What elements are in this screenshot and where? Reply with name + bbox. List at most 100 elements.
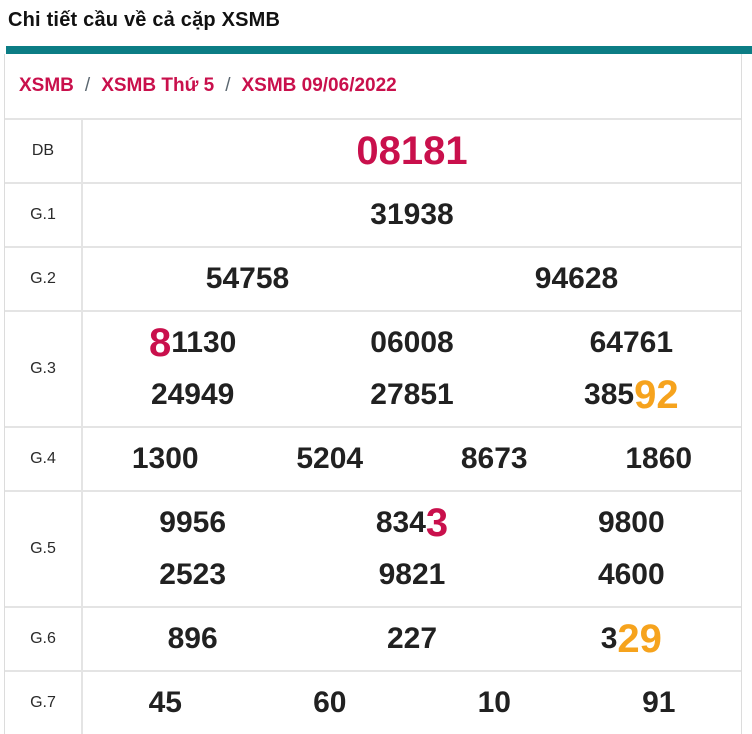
number-segment: 8673 bbox=[461, 444, 528, 474]
number-segment: 27851 bbox=[370, 380, 453, 410]
number-cell: 54758 bbox=[83, 253, 412, 305]
number-cell: 329 bbox=[522, 613, 741, 665]
number-segment: 54758 bbox=[206, 264, 289, 294]
table-row: G.2 54758 94628 bbox=[5, 246, 741, 310]
row-values: 31938 bbox=[83, 184, 741, 246]
number-segment: 227 bbox=[387, 624, 437, 654]
number-cell: 4600 bbox=[522, 549, 741, 601]
row-values: 896 227 329 bbox=[83, 608, 741, 670]
number-segment: 94628 bbox=[535, 264, 618, 294]
row-label: G.3 bbox=[5, 312, 83, 426]
value-line: 9956 8343 9800 bbox=[83, 497, 741, 549]
number-cell: 8673 bbox=[412, 433, 577, 485]
number-cell: 38592 bbox=[522, 369, 741, 421]
number-segment: 60 bbox=[313, 688, 346, 718]
row-values: 1300 5204 8673 1860 bbox=[83, 428, 741, 490]
table-row: DB 08181 bbox=[5, 118, 741, 182]
table-row: G.3811300600864761249492785138592 bbox=[5, 310, 741, 426]
number-cell: 9956 bbox=[83, 497, 302, 549]
number-cell: 45 bbox=[83, 677, 248, 729]
row-label: DB bbox=[5, 120, 83, 182]
results-table: DB08181G.131938G.25475894628G.3811300600… bbox=[5, 118, 741, 734]
number-segment: 64761 bbox=[590, 328, 673, 358]
number-cell: 81130 bbox=[83, 317, 302, 369]
number-segment: 8 bbox=[149, 323, 171, 363]
number-segment: 4600 bbox=[598, 560, 665, 590]
breadcrumb: XSMB / XSMB Thứ 5 / XSMB 09/06/2022 bbox=[5, 54, 741, 118]
value-line: 24949 27851 38592 bbox=[83, 369, 741, 421]
results-panel: XSMB / XSMB Thứ 5 / XSMB 09/06/2022 DB 08181 G… bbox=[4, 54, 742, 734]
value-line: 81130 06008 64761 bbox=[83, 317, 741, 369]
table-row: G.1 31938 bbox=[5, 182, 741, 246]
number-cell: 94628 bbox=[412, 253, 741, 305]
number-segment: 24949 bbox=[151, 380, 234, 410]
number-segment: 29 bbox=[617, 619, 662, 659]
row-values: 81130 06008 64761 24949 27851 38592 bbox=[83, 312, 741, 426]
number-cell: 896 bbox=[83, 613, 302, 665]
number-segment: 31938 bbox=[370, 200, 453, 230]
row-label: G.2 bbox=[5, 248, 83, 310]
value-line: 896 227 329 bbox=[83, 613, 741, 665]
row-label: G.5 bbox=[5, 492, 83, 606]
number-cell: 31938 bbox=[83, 189, 741, 241]
row-values: 08181 bbox=[83, 120, 741, 182]
page-title: Chi tiết cầu về cả cặp XSMB bbox=[8, 9, 744, 32]
number-segment: 1130 bbox=[171, 328, 236, 358]
number-segment: 1300 bbox=[132, 444, 199, 474]
number-segment: 10 bbox=[478, 688, 511, 718]
number-cell: 91 bbox=[577, 677, 742, 729]
number-cell: 60 bbox=[248, 677, 413, 729]
number-segment: 385 bbox=[584, 380, 634, 410]
row-label: G.7 bbox=[5, 672, 83, 734]
breadcrumb-item[interactable]: XSMB 09/06/2022 bbox=[241, 75, 396, 97]
breadcrumb-item[interactable]: XSMB Thứ 5 bbox=[101, 75, 214, 97]
row-label: G.4 bbox=[5, 428, 83, 490]
number-cell: 64761 bbox=[522, 317, 741, 369]
page-header: Chi tiết cầu về cả cặp XSMB bbox=[0, 0, 752, 46]
number-segment: 896 bbox=[168, 624, 218, 654]
number-segment: 08181 bbox=[356, 131, 467, 171]
number-cell: 9800 bbox=[522, 497, 741, 549]
number-cell: 227 bbox=[302, 613, 521, 665]
row-label: G.1 bbox=[5, 184, 83, 246]
number-segment: 06008 bbox=[370, 328, 453, 358]
number-cell: 9821 bbox=[302, 549, 521, 601]
number-segment: 2523 bbox=[159, 560, 226, 590]
number-segment: 92 bbox=[634, 375, 679, 415]
accent-bar bbox=[6, 46, 752, 54]
number-cell: 1300 bbox=[83, 433, 248, 485]
number-cell: 2523 bbox=[83, 549, 302, 601]
row-label: G.6 bbox=[5, 608, 83, 670]
value-line: 08181 bbox=[83, 125, 741, 177]
value-line: 45 60 10 91 bbox=[83, 677, 741, 729]
value-line: 2523 9821 4600 bbox=[83, 549, 741, 601]
breadcrumb-separator: / bbox=[225, 75, 230, 97]
number-segment: 91 bbox=[642, 688, 675, 718]
breadcrumb-item[interactable]: XSMB bbox=[19, 75, 74, 97]
number-segment: 9800 bbox=[598, 508, 665, 538]
number-segment: 5204 bbox=[296, 444, 363, 474]
number-segment: 834 bbox=[376, 508, 426, 538]
number-cell: 24949 bbox=[83, 369, 302, 421]
number-cell: 06008 bbox=[302, 317, 521, 369]
table-row: G.5 9956 8343 9800 2523 9821 4600 bbox=[5, 490, 741, 606]
number-cell: 10 bbox=[412, 677, 577, 729]
number-segment: 9821 bbox=[379, 560, 446, 590]
value-line: 31938 bbox=[83, 189, 741, 241]
number-segment: 3 bbox=[601, 624, 618, 654]
table-row: G.4 1300 5204 8673 1860 bbox=[5, 426, 741, 490]
number-segment: 9956 bbox=[159, 508, 226, 538]
number-segment: 3 bbox=[426, 503, 448, 543]
table-row: G.7 45 60 10 91 bbox=[5, 670, 741, 734]
number-cell: 5204 bbox=[248, 433, 413, 485]
number-cell: 08181 bbox=[83, 125, 741, 177]
number-cell: 8343 bbox=[302, 497, 521, 549]
number-segment: 45 bbox=[149, 688, 182, 718]
breadcrumb-separator: / bbox=[85, 75, 90, 97]
row-values: 9956 8343 9800 2523 9821 4600 bbox=[83, 492, 741, 606]
value-line: 1300 5204 8673 1860 bbox=[83, 433, 741, 485]
number-segment: 1860 bbox=[625, 444, 692, 474]
table-row: G.6 896 227 329 bbox=[5, 606, 741, 670]
value-line: 54758 94628 bbox=[83, 253, 741, 305]
number-cell: 1860 bbox=[577, 433, 742, 485]
